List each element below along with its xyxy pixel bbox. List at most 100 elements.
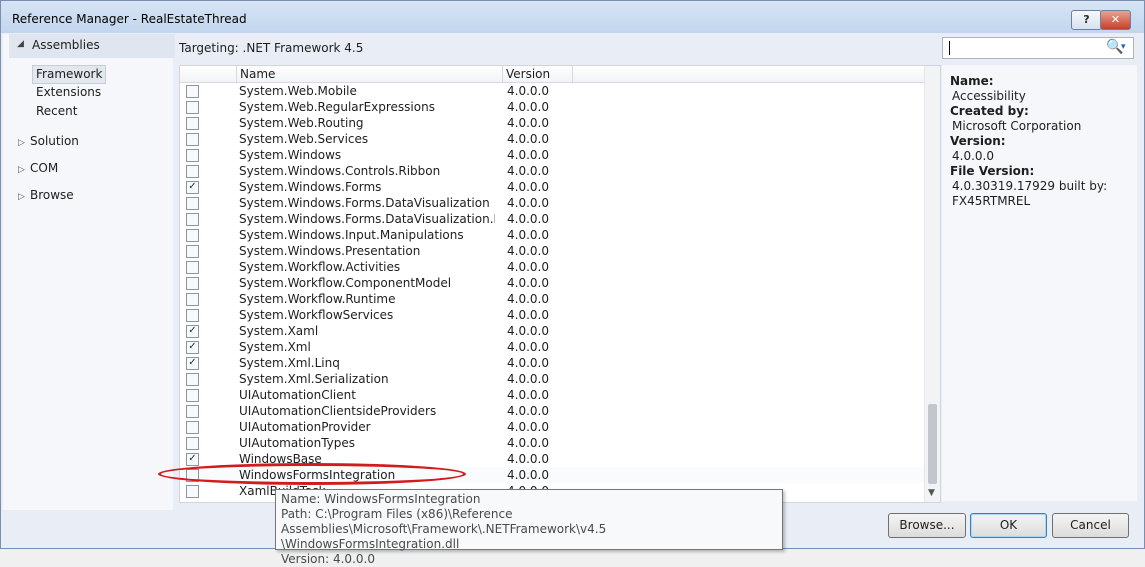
close-button[interactable]: ✕	[1100, 10, 1131, 30]
tooltip-version: Version: 4.0.0.0	[281, 552, 375, 566]
row-checkbox[interactable]	[186, 117, 199, 130]
row-version: 4.0.0.0	[507, 452, 549, 466]
table-row[interactable]: UIAutomationProvider 4.0.0.0	[180, 419, 924, 435]
search-input[interactable]: 🔍 ▾	[942, 37, 1134, 59]
table-row[interactable]: System.Windows.Forms.DataVisualization.D…	[180, 211, 924, 227]
table-row[interactable]: System.Windows 4.0.0.0	[180, 147, 924, 163]
row-version: 4.0.0.0	[507, 340, 549, 354]
table-row[interactable]: System.Web.Routing 4.0.0.0	[180, 115, 924, 131]
row-checkbox[interactable]	[186, 485, 199, 498]
nav-solution-label: Solution	[30, 134, 79, 148]
row-version: 4.0.0.0	[507, 180, 549, 194]
table-row[interactable]: ✓ System.Xml 4.0.0.0	[180, 339, 924, 355]
row-checkbox[interactable]	[186, 389, 199, 402]
row-checkbox[interactable]	[186, 101, 199, 114]
table-row[interactable]: System.Workflow.ComponentModel 4.0.0.0	[180, 275, 924, 291]
vertical-scrollbar[interactable]: ▼	[924, 66, 940, 502]
help-button[interactable]: ?	[1071, 10, 1102, 30]
row-checkbox[interactable]: ✓	[186, 181, 199, 194]
row-version: 4.0.0.0	[507, 100, 549, 114]
table-row[interactable]: System.Web.Services 4.0.0.0	[180, 131, 924, 147]
nav-framework[interactable]: Framework	[32, 65, 107, 84]
table-row[interactable]: UIAutomationTypes 4.0.0.0	[180, 435, 924, 451]
reference-manager-window: Reference Manager - RealEstateThread ? ✕…	[0, 0, 1145, 566]
row-checkbox[interactable]	[186, 309, 199, 322]
table-row[interactable]: System.WorkflowServices 4.0.0.0	[180, 307, 924, 323]
tooltip-path-cont: \WindowsFormsIntegration.dll	[281, 537, 460, 551]
nav-recent[interactable]: Recent	[33, 103, 80, 120]
row-checkbox[interactable]	[186, 437, 199, 450]
list-header: Name Version	[180, 66, 924, 83]
row-checkbox[interactable]	[186, 277, 199, 290]
table-row[interactable]: System.Windows.Presentation 4.0.0.0	[180, 243, 924, 259]
nav-com[interactable]: ▷ COM	[18, 159, 58, 177]
row-checkbox[interactable]	[186, 261, 199, 274]
row-name: System.Windows	[239, 148, 342, 162]
table-row[interactable]: UIAutomationClient 4.0.0.0	[180, 387, 924, 403]
row-checkbox[interactable]: ✓	[186, 357, 199, 370]
row-name: System.Xaml	[239, 324, 319, 338]
row-checkbox[interactable]: ✓	[186, 325, 199, 338]
nav-browse-label: Browse	[30, 188, 74, 202]
header-name[interactable]: Name	[236, 66, 503, 82]
nav-assemblies[interactable]: ◢ Assemblies	[9, 34, 175, 58]
row-checkbox[interactable]	[186, 421, 199, 434]
left-nav-pane: ◢ Assemblies Framework Extensions Recent…	[3, 34, 175, 510]
row-version: 4.0.0.0	[507, 404, 549, 418]
cancel-button[interactable]: Cancel	[1052, 513, 1129, 538]
table-row[interactable]: System.Web.RegularExpressions 4.0.0.0	[180, 99, 924, 115]
row-checkbox[interactable]	[186, 165, 199, 178]
row-checkbox[interactable]	[186, 245, 199, 258]
nav-assemblies-label: Assemblies	[32, 38, 100, 52]
detail-version-value: 4.0.0.0	[952, 149, 994, 163]
row-version: 4.0.0.0	[507, 244, 549, 258]
expanded-arrow-icon: ◢	[17, 39, 24, 49]
nav-solution[interactable]: ▷ Solution	[18, 132, 79, 150]
header-checkbox-column[interactable]	[180, 66, 237, 82]
header-version[interactable]: Version	[502, 66, 573, 82]
collapsed-arrow-icon: ▷	[18, 138, 25, 148]
assembly-list[interactable]: Name Version System.Web.Mobile 4.0.0.0 Sys…	[179, 65, 941, 503]
row-checkbox[interactable]	[186, 197, 199, 210]
row-checkbox[interactable]	[186, 229, 199, 242]
row-checkbox[interactable]	[186, 373, 199, 386]
table-row[interactable]: System.Windows.Controls.Ribbon 4.0.0.0	[180, 163, 924, 179]
row-version: 4.0.0.0	[507, 212, 549, 226]
detail-created-label: Created by:	[950, 104, 1029, 118]
scrollbar-thumb[interactable]	[928, 404, 937, 484]
row-version: 4.0.0.0	[507, 372, 549, 386]
row-checkbox[interactable]	[186, 405, 199, 418]
nav-extensions[interactable]: Extensions	[33, 84, 104, 101]
scroll-down-icon[interactable]: ▼	[928, 488, 935, 498]
detail-name-value: Accessibility	[952, 89, 1026, 103]
row-name: System.Windows.Input.Manipulations	[239, 228, 464, 242]
table-row[interactable]: System.Windows.Forms.DataVisualization 4.…	[180, 195, 924, 211]
table-row[interactable]: System.Windows.Input.Manipulations 4.0.0.…	[180, 227, 924, 243]
table-row[interactable]: ✓ System.Xaml 4.0.0.0	[180, 323, 924, 339]
row-checkbox[interactable]	[186, 133, 199, 146]
detail-version-label: Version:	[950, 134, 1006, 148]
row-checkbox[interactable]	[186, 293, 199, 306]
row-version: 4.0.0.0	[507, 468, 549, 482]
table-row[interactable]: System.Workflow.Runtime 4.0.0.0	[180, 291, 924, 307]
table-row[interactable]: System.Workflow.Activities 4.0.0.0	[180, 259, 924, 275]
table-row[interactable]: ✓ System.Windows.Forms 4.0.0.0	[180, 179, 924, 195]
row-version: 4.0.0.0	[507, 132, 549, 146]
browse-button[interactable]: Browse...	[888, 513, 966, 538]
row-checkbox[interactable]: ✓	[186, 453, 199, 466]
row-checkbox[interactable]	[186, 85, 199, 98]
table-row[interactable]: System.Xml.Serialization 4.0.0.0	[180, 371, 924, 387]
collapsed-arrow-icon: ▷	[18, 165, 25, 175]
nav-browse[interactable]: ▷ Browse	[18, 186, 74, 204]
ok-button[interactable]: OK	[970, 513, 1047, 538]
row-version: 4.0.0.0	[507, 356, 549, 370]
row-checkbox[interactable]	[186, 149, 199, 162]
row-checkbox[interactable]	[186, 213, 199, 226]
row-version: 4.0.0.0	[507, 260, 549, 274]
table-row[interactable]: UIAutomationClientsideProviders 4.0.0.0	[180, 403, 924, 419]
table-row[interactable]: ✓ System.Xml.Linq 4.0.0.0	[180, 355, 924, 371]
targeting-label: Targeting: .NET Framework 4.5	[179, 41, 364, 55]
row-checkbox[interactable]: ✓	[186, 341, 199, 354]
table-row[interactable]: System.Web.Mobile 4.0.0.0	[180, 83, 924, 99]
chevron-down-icon[interactable]: ▾	[1121, 42, 1126, 52]
